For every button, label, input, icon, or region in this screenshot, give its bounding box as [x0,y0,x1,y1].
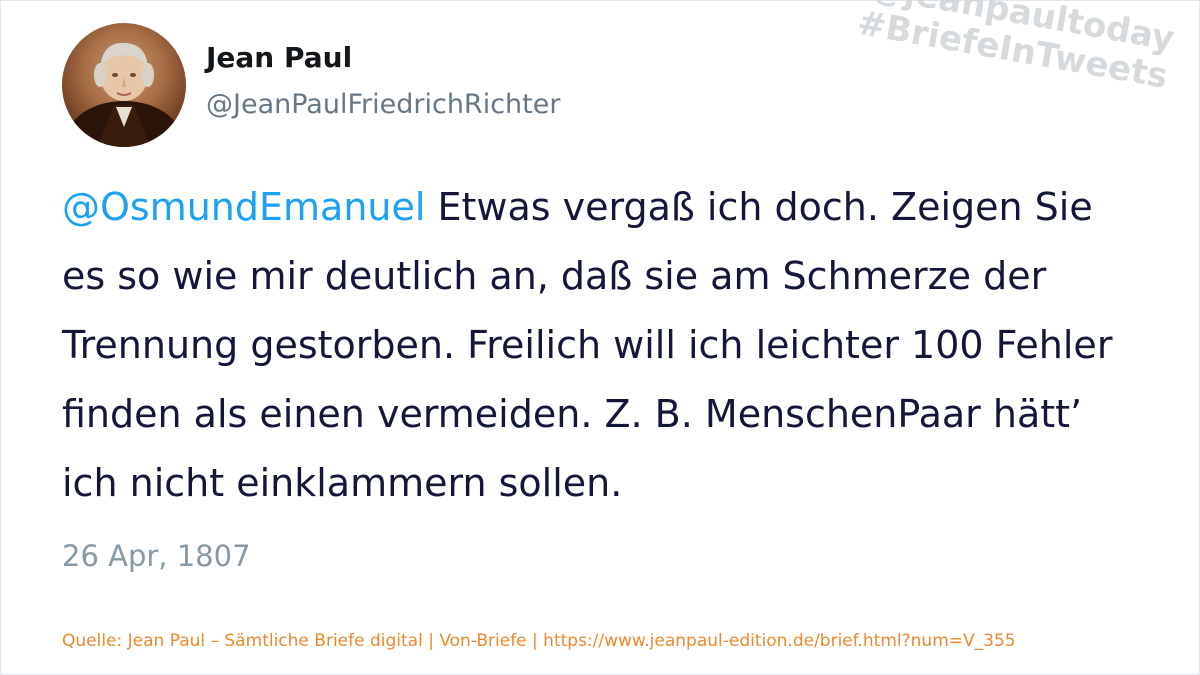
tweet-card: Jean Paul @JeanPaulFriedrichRichter @jea… [0,0,1200,675]
display-name[interactable]: Jean Paul [206,41,352,74]
user-handle[interactable]: @JeanPaulFriedrichRichter [206,89,560,120]
avatar[interactable] [62,23,186,147]
watermark: @jeanpaultoday #BriefeInTweets [854,0,1177,97]
portrait-image [66,42,182,147]
tweet-text: @OsmundEmanuel Etwas vergaß ich doch. Ze… [62,173,1142,518]
tweet-body: Etwas vergaß ich doch. Zeigen Sie es so … [62,185,1113,505]
source-citation: Quelle: Jean Paul – Sämtliche Briefe dig… [62,631,1016,651]
mention-link[interactable]: @OsmundEmanuel [62,185,425,229]
tweet-date: 26 Apr, 1807 [62,539,251,573]
